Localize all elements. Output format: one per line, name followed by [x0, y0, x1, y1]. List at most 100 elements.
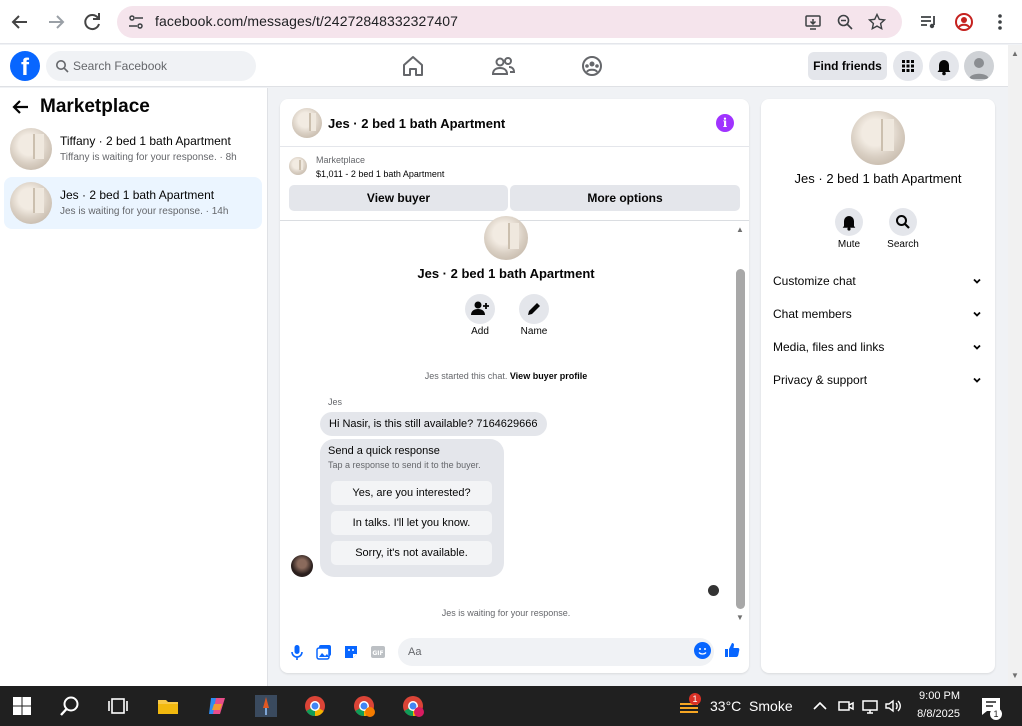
- media-control-icon[interactable]: [916, 10, 940, 34]
- quick-reply-button[interactable]: Sorry, it's not available.: [331, 541, 492, 565]
- view-buyer-button[interactable]: View buyer: [289, 185, 508, 211]
- sender-name: Jes: [328, 397, 343, 407]
- chrome-second-profile-icon[interactable]: [401, 694, 425, 718]
- clock-date[interactable]: 8/8/2025: [900, 708, 960, 720]
- pen-app-icon[interactable]: [254, 694, 278, 718]
- scroll-down-icon[interactable]: ▼: [735, 614, 745, 622]
- section-chat-members[interactable]: Chat members: [773, 303, 983, 325]
- svg-text:GIF: GIF: [372, 650, 383, 657]
- notification-count: 1: [990, 708, 1002, 720]
- profile-icon[interactable]: [952, 10, 976, 34]
- conversation-item-active[interactable]: Jes · 2 bed 1 bath Apartment Jes is wait…: [4, 177, 262, 229]
- thumbs-up-icon[interactable]: [723, 641, 741, 659]
- section-privacy-support[interactable]: Privacy & support: [773, 369, 983, 391]
- browser-toolbar: facebook.com/messages/t/2427284833232740…: [0, 0, 1022, 44]
- chrome-icon[interactable]: [303, 694, 327, 718]
- photo-icon[interactable]: [315, 643, 333, 661]
- section-customize-chat[interactable]: Customize chat: [773, 270, 983, 292]
- chat-details-panel: Jes · 2 bed 1 bath Apartment Mute Search…: [761, 99, 995, 673]
- section-label: Privacy & support: [773, 373, 868, 387]
- windows-start-icon[interactable]: [10, 694, 34, 718]
- listing-thumbnail: [10, 128, 52, 170]
- page-scrollbar[interactable]: ▲ ▼: [1008, 45, 1022, 686]
- facebook-header: f Find friends: [0, 45, 1008, 87]
- quick-reply-button[interactable]: Yes, are you interested?: [331, 481, 492, 505]
- add-person-button[interactable]: [465, 294, 495, 324]
- search-label: Search: [887, 239, 919, 250]
- microphone-icon[interactable]: [288, 643, 306, 661]
- conversation-item[interactable]: Tiffany · 2 bed 1 bath Apartment Tiffany…: [4, 123, 262, 175]
- edit-name-button[interactable]: [519, 294, 549, 324]
- install-app-icon[interactable]: [804, 13, 822, 31]
- chat-title[interactable]: Jes · 2 bed 1 bath Apartment: [328, 116, 505, 131]
- emoji-icon[interactable]: [694, 642, 711, 659]
- back-arrow-icon[interactable]: [12, 98, 30, 116]
- meet-now-icon[interactable]: [836, 696, 856, 716]
- sender-avatar[interactable]: [291, 555, 313, 577]
- clock-time[interactable]: 9:00 PM: [900, 690, 960, 702]
- gif-icon[interactable]: GIF: [369, 643, 387, 661]
- weather-badge: 1: [689, 693, 701, 705]
- chat-thumbnail[interactable]: [292, 108, 322, 138]
- bookmark-star-icon[interactable]: [867, 12, 887, 31]
- chevron-down-icon: [971, 307, 983, 319]
- file-explorer-icon[interactable]: [156, 694, 180, 718]
- quick-reply-button[interactable]: In talks. I'll let you know.: [331, 511, 492, 535]
- more-menu-icon[interactable]: [988, 10, 1012, 34]
- menu-grid-icon[interactable]: [893, 51, 923, 81]
- facebook-logo-icon[interactable]: f: [10, 51, 40, 81]
- scroll-up-icon[interactable]: ▲: [1010, 50, 1020, 58]
- chevron-up-icon[interactable]: [810, 696, 830, 716]
- network-icon[interactable]: [860, 696, 880, 716]
- search-chat-icon[interactable]: [889, 208, 917, 236]
- info-icon[interactable]: i: [716, 114, 734, 132]
- details-thumbnail: [851, 111, 905, 165]
- section-media-files-links[interactable]: Media, files and links: [773, 336, 983, 358]
- task-view-icon[interactable]: [106, 694, 130, 718]
- more-options-button[interactable]: More options: [510, 185, 740, 211]
- sticker-icon[interactable]: [342, 643, 360, 661]
- notifications-bell-icon[interactable]: [929, 51, 959, 81]
- chrome-profile-icon[interactable]: [352, 694, 376, 718]
- search-input[interactable]: [73, 51, 248, 81]
- section-label: Chat members: [773, 307, 852, 321]
- facebook-search[interactable]: [46, 51, 256, 81]
- section-label: Customize chat: [773, 274, 856, 288]
- started-text: Jes started this chat.: [424, 371, 508, 381]
- zoom-icon[interactable]: [836, 13, 854, 31]
- mute-label: Mute: [837, 239, 861, 250]
- chat-header: Jes · 2 bed 1 bath Apartment i: [280, 99, 749, 147]
- conversation-name: Jes · 2 bed 1 bath Apartment: [60, 188, 215, 202]
- account-avatar[interactable]: [964, 51, 994, 81]
- message-bubble[interactable]: Hi Nasir, is this still available? 71646…: [320, 412, 547, 436]
- conversation-status: Jes is waiting for your response. · 14h: [60, 206, 229, 217]
- view-buyer-profile-link[interactable]: View buyer profile: [510, 371, 587, 381]
- groups-icon[interactable]: [579, 53, 605, 79]
- chat-scrollbar[interactable]: [736, 269, 745, 609]
- chat-started-notice: Jes started this chat. View buyer profil…: [280, 371, 732, 381]
- weather-text[interactable]: 33°C Smoke: [710, 698, 793, 714]
- copilot-icon[interactable]: [205, 694, 229, 718]
- conversation-name: Tiffany · 2 bed 1 bath Apartment: [60, 134, 231, 148]
- scroll-up-icon[interactable]: ▲: [735, 226, 745, 234]
- message-input[interactable]: [398, 638, 714, 666]
- search-icon: [55, 59, 69, 73]
- chevron-down-icon: [971, 274, 983, 286]
- address-bar[interactable]: facebook.com/messages/t/2427284833232740…: [117, 6, 902, 38]
- sidebar-title: Marketplace: [40, 96, 150, 117]
- scroll-down-icon[interactable]: ▼: [1010, 672, 1020, 680]
- name-label: Name: [520, 326, 548, 337]
- mute-bell-icon[interactable]: [835, 208, 863, 236]
- site-settings-icon[interactable]: [127, 13, 145, 31]
- friends-icon[interactable]: [490, 53, 516, 79]
- taskbar-search-icon[interactable]: [58, 694, 82, 718]
- windows-taskbar: 1 33°C Smoke 9:00 PM 8/8/2025 1: [0, 686, 1022, 726]
- quick-response-title: Send a quick response: [328, 445, 440, 457]
- listing-thumbnail: [289, 157, 307, 175]
- marketplace-sidebar: Marketplace Tiffany · 2 bed 1 bath Apart…: [0, 88, 268, 686]
- back-arrow-icon[interactable]: [8, 10, 32, 34]
- home-icon[interactable]: [400, 53, 426, 79]
- forward-arrow-icon[interactable]: [44, 10, 68, 34]
- find-friends-button[interactable]: Find friends: [808, 52, 887, 80]
- reload-icon[interactable]: [80, 10, 104, 34]
